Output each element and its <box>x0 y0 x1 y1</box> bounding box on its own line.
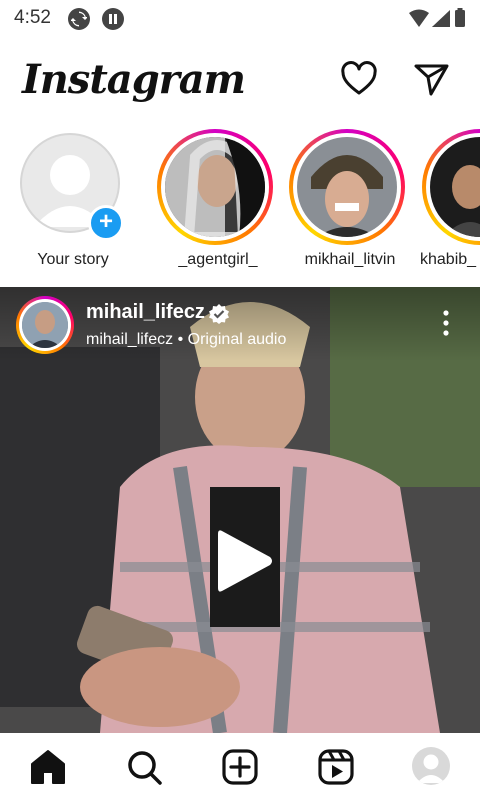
status-time: 4:52 <box>14 7 51 28</box>
story-your-story[interactable]: + Your story <box>12 125 142 285</box>
play-icon[interactable] <box>210 525 278 597</box>
search-icon <box>128 751 162 785</box>
bottom-navigation <box>0 733 480 800</box>
nav-profile[interactable] <box>412 747 452 787</box>
home-icon <box>31 750 65 784</box>
nav-reels[interactable] <box>316 747 356 787</box>
story-khabib[interactable]: khabib_ <box>418 125 480 285</box>
story-label: _agentgirl_ <box>178 251 258 268</box>
stories-tray: + Your story _agentgirl_ mikhail_litvin … <box>0 125 480 285</box>
story-ring <box>157 129 273 245</box>
wifi-icon <box>409 9 429 27</box>
post-audio-subtitle[interactable]: mihail_lifecz • Original audio <box>86 331 286 349</box>
story-label: mikhail_litvin <box>304 251 396 268</box>
reel-post[interactable]: mihail_lifecz mihail_lifecz • Original a… <box>0 287 480 733</box>
system-icons <box>408 8 468 30</box>
verified-icon <box>209 304 229 324</box>
status-bar: 4:52 <box>0 0 480 36</box>
story-avatar <box>165 137 265 237</box>
battery-icon <box>455 8 465 27</box>
story-avatar <box>430 137 480 237</box>
app-header: Instagram <box>0 50 480 110</box>
story-avatar <box>297 137 397 237</box>
post-username[interactable]: mihail_lifecz <box>86 301 205 324</box>
nav-search[interactable] <box>124 747 164 787</box>
story-label: khabib_ <box>420 251 477 268</box>
story-label: Your story <box>37 251 109 268</box>
create-post-icon <box>222 749 258 785</box>
instagram-logo[interactable]: Instagram <box>22 56 246 103</box>
add-story-icon[interactable]: + <box>88 205 124 241</box>
reels-icon <box>318 749 354 785</box>
notifications-button[interactable] <box>340 60 378 98</box>
nav-create[interactable] <box>220 747 260 787</box>
sync-icon <box>68 8 90 30</box>
pause-icon <box>102 8 124 30</box>
direct-message-icon <box>414 64 449 96</box>
default-avatar-icon <box>417 754 445 783</box>
nav-home[interactable] <box>28 747 68 787</box>
post-avatar[interactable] <box>16 296 74 354</box>
story-mikhail-litvin[interactable]: mikhail_litvin <box>285 125 415 285</box>
profile-avatar <box>412 747 450 785</box>
heart-icon <box>341 61 377 95</box>
direct-messages-button[interactable] <box>412 60 450 98</box>
story-ring <box>289 129 405 245</box>
more-options-icon[interactable] <box>436 307 456 339</box>
story-agentgirl[interactable]: _agentgirl_ <box>153 125 283 285</box>
post-header: mihail_lifecz mihail_lifecz • Original a… <box>0 287 480 361</box>
story-ring <box>422 129 480 245</box>
signal-icon <box>432 10 450 27</box>
